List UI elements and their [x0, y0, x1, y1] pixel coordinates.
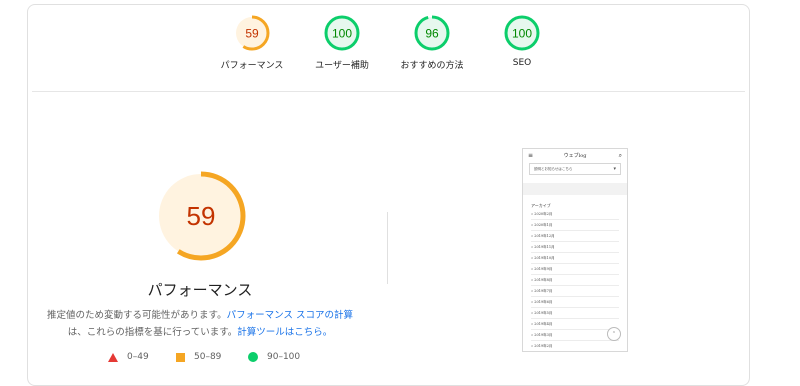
preview-archive-item: » 2019年10月 — [531, 253, 619, 264]
gauge-performance[interactable]: 59 パフォーマンス — [207, 14, 297, 71]
preview-archive-item: » 2019年9月 — [531, 264, 619, 275]
legend-average-range: 50–89 — [194, 352, 222, 362]
gauge-accessibility-score: 100 — [332, 27, 352, 41]
search-icon: ⌕ — [618, 152, 622, 159]
gauge-best-practices-ring: 96 — [414, 15, 450, 51]
gauge-best-practices[interactable]: 96 おすすめの方法 — [387, 14, 477, 71]
preview-site-title: ウェブlog — [563, 153, 587, 159]
performance-score-large: 59 — [187, 201, 216, 231]
vertical-separator — [387, 212, 388, 284]
gauge-performance-label: パフォーマンス — [220, 61, 284, 71]
legend-average: 50–89 — [176, 352, 221, 362]
gauge-accessibility-label: ユーザー補助 — [315, 61, 369, 71]
calculator-link[interactable]: 計算ツールはこちら。 — [237, 327, 332, 338]
preview-archive-item: » 2019年4月 — [531, 319, 619, 330]
legend-fail-range: 0–49 — [127, 352, 149, 362]
performance-gauge-large: 59 — [156, 171, 246, 261]
preview-archive-item: » 2019年7月 — [531, 286, 619, 297]
preview-archive-item: » 2019年8月 — [531, 275, 619, 286]
score-calc-link[interactable]: パフォーマンス スコアの計算 — [227, 310, 353, 321]
scroll-top-icon: ⌃ — [607, 327, 621, 341]
circle-icon — [248, 352, 258, 362]
preview-archive-item: » 2020年1月 — [531, 220, 619, 231]
square-icon — [176, 352, 185, 362]
preview-archive-item: » 2019年5月 — [531, 308, 619, 319]
menu-icon: ≡ — [528, 152, 534, 159]
gauge-performance-ring: 59 — [234, 15, 270, 51]
preview-select: 説明とお知らせはこちら — [529, 163, 621, 175]
legend-fail: 0–49 — [108, 352, 149, 362]
score-summary: 59 パフォーマンス 100 ユーザー補助 96 おすすめの方法 100 SEO — [0, 14, 800, 84]
desc-text-2: は、これらの指標を基に行っています。 — [67, 327, 238, 338]
performance-description: 推定値のため変動する可能性があります。パフォーマンス スコアの計算は、これらの指… — [40, 307, 360, 341]
gauge-accessibility[interactable]: 100 ユーザー補助 — [297, 14, 387, 71]
gauge-best-practices-label: おすすめの方法 — [400, 61, 464, 71]
preview-archive-item: » 2019年11月 — [531, 242, 619, 253]
gauge-seo-score: 100 — [512, 27, 532, 41]
preview-archive-item: » 2019年2月 — [531, 341, 619, 351]
desc-text-1: 推定値のため変動する可能性があります。 — [47, 310, 227, 321]
triangle-icon — [108, 352, 118, 362]
gauge-performance-score: 59 — [245, 27, 259, 41]
preview-archive-item: » 2019年6月 — [531, 297, 619, 308]
preview-banner — [523, 183, 627, 195]
gauge-seo-ring: 100 — [504, 15, 540, 51]
gauge-best-practices-score: 96 — [425, 27, 439, 41]
legend-pass-range: 90–100 — [267, 352, 301, 362]
gauge-seo-label: SEO — [512, 58, 532, 68]
preview-archive-item: » 2019年12月 — [531, 231, 619, 242]
performance-title: パフォーマンス — [147, 281, 253, 299]
section-divider — [32, 91, 745, 92]
gauge-accessibility-ring: 100 — [324, 15, 360, 51]
preview-archive-item: » 2020年2月 — [531, 209, 619, 220]
preview-archive-item: » 2019年3月 — [531, 330, 619, 341]
legend-pass: 90–100 — [248, 352, 300, 362]
gauge-seo[interactable]: 100 SEO — [477, 14, 567, 68]
page-screenshot-preview[interactable]: ≡ ウェブlog ⌕ 説明とお知らせはこちら アーカイブ » 2020年2月» … — [522, 148, 628, 352]
preview-header: ≡ ウェブlog ⌕ — [523, 149, 627, 163]
